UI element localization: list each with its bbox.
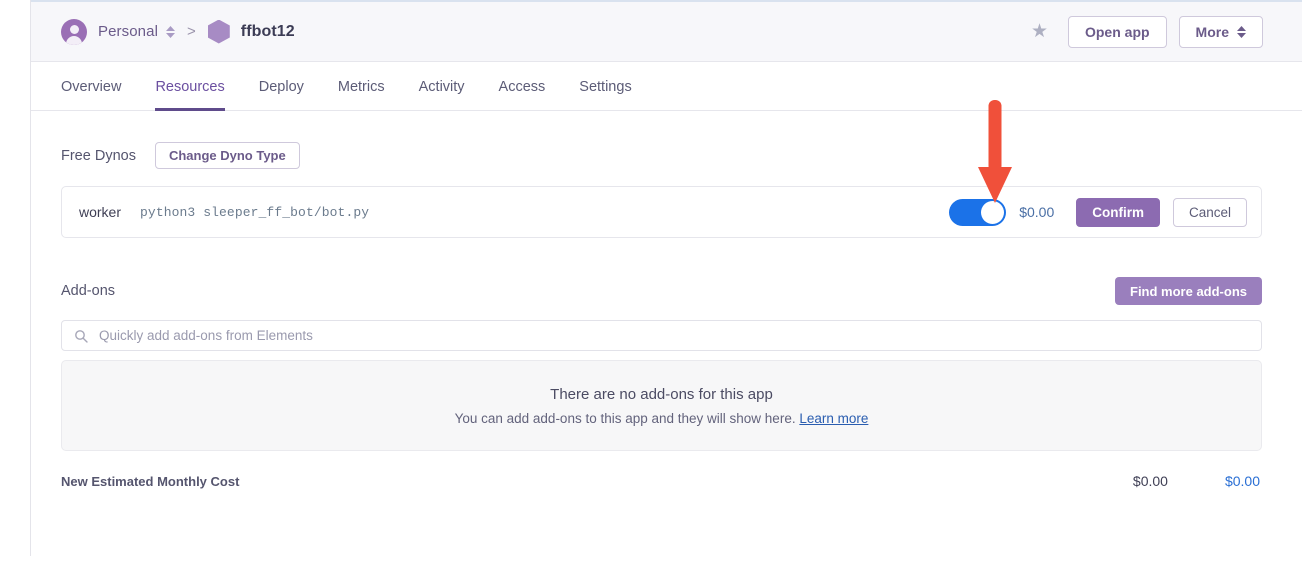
breadcrumb-app-name[interactable]: ffbot12 bbox=[241, 23, 295, 41]
primary-nav-tabs: Overview Resources Deploy Metrics Activi… bbox=[31, 62, 1302, 111]
estimated-cost-label: New Estimated Monthly Cost bbox=[61, 473, 240, 489]
new-cost-value: $0.00 bbox=[1224, 473, 1260, 489]
previous-cost-value: $0.00 bbox=[1132, 473, 1168, 489]
addons-search-box[interactable] bbox=[61, 320, 1262, 351]
tab-resources[interactable]: Resources bbox=[155, 79, 225, 111]
dyno-row: worker python3 sleeper_ff_bot/bot.py $0.… bbox=[61, 186, 1262, 238]
learn-more-link[interactable]: Learn more bbox=[799, 411, 868, 426]
empty-state-subtitle: You can add add-ons to this app and they… bbox=[455, 411, 869, 426]
dynos-section-header: Free Dynos Change Dyno Type bbox=[61, 111, 1262, 169]
breadcrumb-separator-icon: > bbox=[187, 23, 196, 40]
hexagon-app-icon bbox=[207, 19, 230, 44]
dyno-enable-toggle[interactable] bbox=[949, 198, 1007, 226]
page-frame: Personal > ffbot12 ★ Open app More Overv… bbox=[0, 0, 1302, 571]
star-icon[interactable]: ★ bbox=[1031, 22, 1048, 41]
tab-settings[interactable]: Settings bbox=[579, 79, 631, 111]
dyno-price: $0.00 bbox=[1019, 204, 1055, 220]
tab-overview[interactable]: Overview bbox=[61, 79, 121, 111]
addons-search-input[interactable] bbox=[97, 327, 1249, 344]
user-avatar-icon bbox=[61, 18, 87, 45]
confirm-button[interactable]: Confirm bbox=[1076, 197, 1160, 227]
more-button-label: More bbox=[1195, 23, 1229, 40]
tab-activity[interactable]: Activity bbox=[419, 79, 465, 111]
dyno-row-actions: $0.00 Confirm Cancel bbox=[949, 197, 1247, 227]
dyno-process-name: worker bbox=[79, 204, 122, 220]
dyno-command: python3 sleeper_ff_bot/bot.py bbox=[140, 204, 370, 220]
estimated-cost-row: New Estimated Monthly Cost $0.00 $0.00 bbox=[61, 473, 1262, 489]
breadcrumb-org-name[interactable]: Personal bbox=[98, 23, 158, 40]
dynos-section-title: Free Dynos bbox=[61, 147, 136, 164]
cancel-button[interactable]: Cancel bbox=[1172, 197, 1247, 227]
avatar bbox=[61, 18, 87, 45]
main-content: Free Dynos Change Dyno Type worker pytho… bbox=[31, 111, 1302, 489]
breadcrumb: Personal > ffbot12 bbox=[61, 18, 295, 45]
empty-state-subtitle-text: You can add add-ons to this app and they… bbox=[454, 410, 796, 426]
toggle-knob bbox=[981, 200, 1005, 224]
find-more-addons-button[interactable]: Find more add-ons bbox=[1115, 277, 1262, 305]
chevron-updown-icon bbox=[1237, 25, 1246, 38]
search-icon bbox=[74, 329, 88, 343]
more-button[interactable]: More bbox=[1178, 15, 1263, 48]
open-app-button[interactable]: Open app bbox=[1067, 15, 1167, 48]
empty-state-title: There are no add-ons for this app bbox=[550, 385, 773, 403]
caret-updown-icon[interactable] bbox=[166, 25, 176, 38]
addons-section-title: Add-ons bbox=[61, 283, 116, 299]
tab-access[interactable]: Access bbox=[499, 79, 546, 111]
addons-section-header: Add-ons Find more add-ons bbox=[61, 277, 1262, 305]
tab-metrics[interactable]: Metrics bbox=[338, 79, 385, 111]
app-header: Personal > ffbot12 ★ Open app More bbox=[31, 2, 1302, 62]
tab-deploy[interactable]: Deploy bbox=[259, 79, 304, 111]
addons-empty-state: There are no add-ons for this app You ca… bbox=[61, 360, 1262, 451]
header-actions: ★ Open app More bbox=[1031, 15, 1263, 48]
estimated-cost-values: $0.00 $0.00 bbox=[1133, 473, 1262, 489]
change-dyno-type-button[interactable]: Change Dyno Type bbox=[154, 142, 300, 169]
